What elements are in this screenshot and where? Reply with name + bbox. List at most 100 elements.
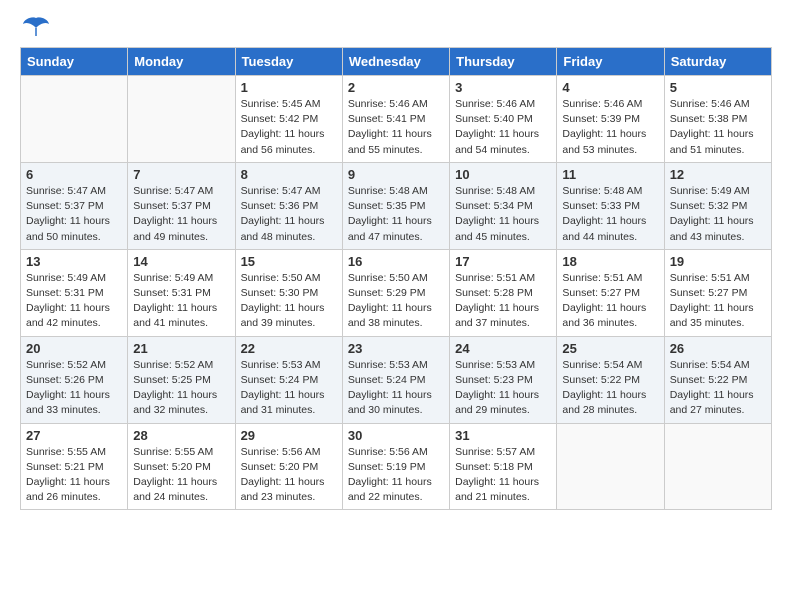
day-number-24: 24 xyxy=(455,341,551,356)
day-info-13: Sunrise: 5:49 AM Sunset: 5:31 PM Dayligh… xyxy=(26,271,122,332)
day-info-29: Sunrise: 5:56 AM Sunset: 5:20 PM Dayligh… xyxy=(241,445,337,506)
header-tuesday: Tuesday xyxy=(235,48,342,76)
day-cell-18: 18 Sunrise: 5:51 AM Sunset: 5:27 PM Dayli… xyxy=(557,249,664,336)
day-info-31: Sunrise: 5:57 AM Sunset: 5:18 PM Dayligh… xyxy=(455,445,551,506)
empty-cell xyxy=(128,76,235,163)
day-info-16: Sunrise: 5:50 AM Sunset: 5:29 PM Dayligh… xyxy=(348,271,444,332)
day-info-20: Sunrise: 5:52 AM Sunset: 5:26 PM Dayligh… xyxy=(26,358,122,419)
day-number-7: 7 xyxy=(133,167,229,182)
day-number-28: 28 xyxy=(133,428,229,443)
empty-cell xyxy=(664,423,771,510)
day-number-26: 26 xyxy=(670,341,766,356)
header-thursday: Thursday xyxy=(450,48,557,76)
day-info-23: Sunrise: 5:53 AM Sunset: 5:24 PM Dayligh… xyxy=(348,358,444,419)
day-number-16: 16 xyxy=(348,254,444,269)
week-row-0: 1 Sunrise: 5:45 AM Sunset: 5:42 PM Daylig… xyxy=(21,76,772,163)
day-cell-4: 4Sunrise: 5:46 AM Sunset: 5:39 PM Daylig… xyxy=(557,76,664,163)
empty-cell xyxy=(21,76,128,163)
day-cell-5: 5Sunrise: 5:46 AM Sunset: 5:38 PM Daylig… xyxy=(664,76,771,163)
day-number-3: 3 xyxy=(455,80,551,95)
day-cell-2: 2 Sunrise: 5:46 AM Sunset: 5:41 PM Daylig… xyxy=(342,76,449,163)
day-info-8: Sunrise: 5:47 AM Sunset: 5:36 PM Dayligh… xyxy=(241,184,337,245)
day-cell-20: 20 Sunrise: 5:52 AM Sunset: 5:26 PM Dayli… xyxy=(21,336,128,423)
day-info-6: Sunrise: 5:47 AM Sunset: 5:37 PM Dayligh… xyxy=(26,184,122,245)
day-number-13: 13 xyxy=(26,254,122,269)
day-info-30: Sunrise: 5:56 AM Sunset: 5:19 PM Dayligh… xyxy=(348,445,444,506)
day-number-5: 5 xyxy=(670,80,766,95)
day-info-11: Sunrise: 5:48 AM Sunset: 5:33 PM Dayligh… xyxy=(562,184,658,245)
day-info-21: Sunrise: 5:52 AM Sunset: 5:25 PM Dayligh… xyxy=(133,358,229,419)
day-number-25: 25 xyxy=(562,341,658,356)
day-number-29: 29 xyxy=(241,428,337,443)
day-cell-1: 1 Sunrise: 5:45 AM Sunset: 5:42 PM Daylig… xyxy=(235,76,342,163)
day-number-31: 31 xyxy=(455,428,551,443)
day-number-21: 21 xyxy=(133,341,229,356)
day-cell-7: 7 Sunrise: 5:47 AM Sunset: 5:37 PM Daylig… xyxy=(128,162,235,249)
day-info-19: Sunrise: 5:51 AM Sunset: 5:27 PM Dayligh… xyxy=(670,271,766,332)
day-info-24: Sunrise: 5:53 AM Sunset: 5:23 PM Dayligh… xyxy=(455,358,551,419)
day-number-12: 12 xyxy=(670,167,766,182)
day-info-10: Sunrise: 5:48 AM Sunset: 5:34 PM Dayligh… xyxy=(455,184,551,245)
day-cell-16: 16 Sunrise: 5:50 AM Sunset: 5:29 PM Dayli… xyxy=(342,249,449,336)
day-cell-30: 30 Sunrise: 5:56 AM Sunset: 5:19 PM Dayli… xyxy=(342,423,449,510)
week-row-3: 20 Sunrise: 5:52 AM Sunset: 5:26 PM Dayli… xyxy=(21,336,772,423)
day-number-27: 27 xyxy=(26,428,122,443)
day-cell-25: 25 Sunrise: 5:54 AM Sunset: 5:22 PM Dayli… xyxy=(557,336,664,423)
day-info-28: Sunrise: 5:55 AM Sunset: 5:20 PM Dayligh… xyxy=(133,445,229,506)
day-cell-26: 26 Sunrise: 5:54 AM Sunset: 5:22 PM Dayli… xyxy=(664,336,771,423)
day-number-30: 30 xyxy=(348,428,444,443)
day-cell-24: 24 Sunrise: 5:53 AM Sunset: 5:23 PM Dayli… xyxy=(450,336,557,423)
empty-cell xyxy=(557,423,664,510)
day-info-17: Sunrise: 5:51 AM Sunset: 5:28 PM Dayligh… xyxy=(455,271,551,332)
header-wednesday: Wednesday xyxy=(342,48,449,76)
day-cell-6: 6 Sunrise: 5:47 AM Sunset: 5:37 PM Daylig… xyxy=(21,162,128,249)
day-number-22: 22 xyxy=(241,341,337,356)
day-info-15: Sunrise: 5:50 AM Sunset: 5:30 PM Dayligh… xyxy=(241,271,337,332)
calendar-header-row: SundayMondayTuesdayWednesdayThursdayFrid… xyxy=(21,48,772,76)
day-number-2: 2 xyxy=(348,80,444,95)
logo xyxy=(20,20,50,32)
day-info-25: Sunrise: 5:54 AM Sunset: 5:22 PM Dayligh… xyxy=(562,358,658,419)
day-cell-10: 10 Sunrise: 5:48 AM Sunset: 5:34 PM Dayli… xyxy=(450,162,557,249)
day-number-14: 14 xyxy=(133,254,229,269)
day-cell-23: 23Sunrise: 5:53 AM Sunset: 5:24 PM Dayli… xyxy=(342,336,449,423)
day-cell-3: 3 Sunrise: 5:46 AM Sunset: 5:40 PM Daylig… xyxy=(450,76,557,163)
day-number-1: 1 xyxy=(241,80,337,95)
day-cell-12: 12 Sunrise: 5:49 AM Sunset: 5:32 PM Dayli… xyxy=(664,162,771,249)
day-cell-22: 22 Sunrise: 5:53 AM Sunset: 5:24 PM Dayli… xyxy=(235,336,342,423)
week-row-4: 27 Sunrise: 5:55 AM Sunset: 5:21 PM Dayli… xyxy=(21,423,772,510)
day-info-9: Sunrise: 5:48 AM Sunset: 5:35 PM Dayligh… xyxy=(348,184,444,245)
day-cell-28: 28 Sunrise: 5:55 AM Sunset: 5:20 PM Dayli… xyxy=(128,423,235,510)
day-info-12: Sunrise: 5:49 AM Sunset: 5:32 PM Dayligh… xyxy=(670,184,766,245)
calendar-table: SundayMondayTuesdayWednesdayThursdayFrid… xyxy=(20,47,772,510)
day-info-1: Sunrise: 5:45 AM Sunset: 5:42 PM Dayligh… xyxy=(241,97,337,158)
header-monday: Monday xyxy=(128,48,235,76)
week-row-1: 6 Sunrise: 5:47 AM Sunset: 5:37 PM Daylig… xyxy=(21,162,772,249)
day-info-7: Sunrise: 5:47 AM Sunset: 5:37 PM Dayligh… xyxy=(133,184,229,245)
logo-bird-icon xyxy=(22,16,50,38)
day-number-18: 18 xyxy=(562,254,658,269)
day-info-22: Sunrise: 5:53 AM Sunset: 5:24 PM Dayligh… xyxy=(241,358,337,419)
header-friday: Friday xyxy=(557,48,664,76)
day-info-27: Sunrise: 5:55 AM Sunset: 5:21 PM Dayligh… xyxy=(26,445,122,506)
day-cell-9: 9Sunrise: 5:48 AM Sunset: 5:35 PM Daylig… xyxy=(342,162,449,249)
header-sunday: Sunday xyxy=(21,48,128,76)
day-cell-17: 17 Sunrise: 5:51 AM Sunset: 5:28 PM Dayli… xyxy=(450,249,557,336)
day-info-3: Sunrise: 5:46 AM Sunset: 5:40 PM Dayligh… xyxy=(455,97,551,158)
day-cell-29: 29 Sunrise: 5:56 AM Sunset: 5:20 PM Dayli… xyxy=(235,423,342,510)
day-number-11: 11 xyxy=(562,167,658,182)
day-info-2: Sunrise: 5:46 AM Sunset: 5:41 PM Dayligh… xyxy=(348,97,444,158)
day-cell-14: 14Sunrise: 5:49 AM Sunset: 5:31 PM Dayli… xyxy=(128,249,235,336)
day-cell-13: 13 Sunrise: 5:49 AM Sunset: 5:31 PM Dayli… xyxy=(21,249,128,336)
day-info-26: Sunrise: 5:54 AM Sunset: 5:22 PM Dayligh… xyxy=(670,358,766,419)
page-header xyxy=(20,20,772,32)
day-info-18: Sunrise: 5:51 AM Sunset: 5:27 PM Dayligh… xyxy=(562,271,658,332)
day-cell-21: 21 Sunrise: 5:52 AM Sunset: 5:25 PM Dayli… xyxy=(128,336,235,423)
day-number-4: 4 xyxy=(562,80,658,95)
header-saturday: Saturday xyxy=(664,48,771,76)
day-number-6: 6 xyxy=(26,167,122,182)
day-number-10: 10 xyxy=(455,167,551,182)
day-number-8: 8 xyxy=(241,167,337,182)
day-number-20: 20 xyxy=(26,341,122,356)
day-number-17: 17 xyxy=(455,254,551,269)
